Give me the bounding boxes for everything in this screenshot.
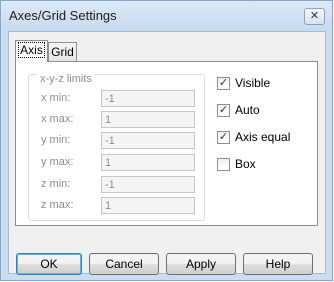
box-label: Box bbox=[235, 157, 256, 171]
window-title: Axes/Grid Settings bbox=[9, 8, 117, 23]
box-checkbox[interactable] bbox=[217, 158, 230, 171]
checkmark-icon: ✓ bbox=[218, 131, 229, 143]
tab-axis[interactable]: Axis bbox=[15, 40, 48, 62]
checkmark-icon: ✓ bbox=[218, 104, 229, 116]
x-min-label: x min: bbox=[41, 92, 71, 104]
apply-button[interactable]: Apply bbox=[166, 253, 236, 275]
auto-checkbox[interactable]: ✓ bbox=[217, 104, 230, 117]
tab-grid-label: Grid bbox=[51, 45, 74, 59]
auto-label: Auto bbox=[235, 103, 260, 117]
x-max-input[interactable] bbox=[101, 111, 195, 128]
dialog-window: Axes/Grid Settings ✕ Axis Grid x-y-z lim… bbox=[0, 0, 333, 281]
x-max-label: x max: bbox=[41, 113, 74, 125]
help-button[interactable]: Help bbox=[243, 253, 313, 275]
limits-groupbox: x-y-z limits x min: x max: y min: y max:… bbox=[28, 73, 205, 221]
y-max-input[interactable] bbox=[101, 154, 195, 171]
close-button[interactable]: ✕ bbox=[304, 8, 325, 25]
title-bar[interactable]: Axes/Grid Settings ✕ bbox=[1, 1, 332, 31]
y-min-input[interactable] bbox=[101, 132, 195, 149]
tab-axis-label: Axis bbox=[18, 42, 45, 58]
z-max-label: z max: bbox=[41, 199, 74, 211]
z-min-label: z min: bbox=[41, 178, 71, 190]
dialog-body: Axis Grid x-y-z limits x min: x max: y m… bbox=[8, 31, 326, 274]
axis-equal-label: Axis equal bbox=[235, 130, 291, 144]
y-max-label: y max: bbox=[41, 156, 74, 168]
visible-checkbox[interactable]: ✓ bbox=[217, 77, 230, 90]
z-max-input[interactable] bbox=[101, 197, 195, 214]
tab-grid[interactable]: Grid bbox=[48, 42, 77, 61]
axis-tab-page: x-y-z limits x min: x max: y min: y max:… bbox=[15, 61, 318, 226]
z-min-input[interactable] bbox=[101, 176, 195, 193]
limits-group-title: x-y-z limits bbox=[37, 73, 95, 85]
close-icon: ✕ bbox=[309, 10, 320, 22]
x-min-input[interactable] bbox=[101, 90, 195, 107]
y-min-label: y min: bbox=[41, 134, 71, 146]
axis-equal-checkbox[interactable]: ✓ bbox=[217, 131, 230, 144]
ok-button[interactable]: OK bbox=[16, 253, 82, 275]
cancel-button[interactable]: Cancel bbox=[89, 253, 159, 275]
visible-label: Visible bbox=[235, 76, 271, 90]
checkmark-icon: ✓ bbox=[218, 77, 229, 89]
